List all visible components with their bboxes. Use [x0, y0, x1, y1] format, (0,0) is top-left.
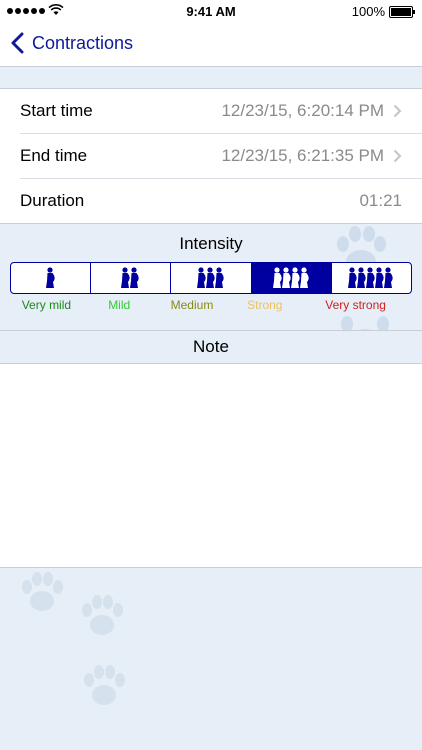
paw-print-icon: [84, 665, 125, 705]
intensity-label: Mild: [108, 298, 131, 312]
time-table: Start time 12/23/15, 6:20:14 PM End time…: [0, 88, 422, 224]
intensity-label: Medium: [170, 298, 214, 312]
end-time-value: 12/23/15, 6:21:35 PM: [221, 146, 384, 165]
intensity-option[interactable]: [332, 263, 411, 293]
intensity-labels: Very mild Mild Medium Strong Very strong: [10, 298, 410, 313]
back-label: Contractions: [32, 32, 134, 53]
intensity-option[interactable]: [251, 263, 332, 293]
intensity-option[interactable]: [11, 263, 92, 293]
chevron-right-icon: [393, 149, 402, 163]
chevron-right-icon: [393, 104, 402, 118]
back-button[interactable]: Contractions: [10, 32, 133, 54]
start-time-value: 12/23/15, 6:20:14 PM: [221, 101, 384, 120]
pregnant-figure-icon: [45, 267, 55, 288]
duration-row: Duration 01:21: [20, 179, 422, 223]
intensity-option[interactable]: [91, 263, 172, 293]
intensity-label: Strong: [247, 298, 283, 312]
navigation-bar: Contractions: [0, 22, 422, 67]
chevron-left-icon: [11, 32, 24, 54]
pregnant-figure-icon: [272, 267, 309, 288]
paw-print-icon: [82, 595, 123, 635]
intensity-selector: [10, 262, 412, 294]
pregnant-figure-icon: [348, 267, 394, 288]
status-bar: 9:41 AM 100%: [0, 0, 422, 22]
note-section: Note: [0, 330, 422, 568]
start-time-row[interactable]: Start time 12/23/15, 6:20:14 PM: [20, 89, 422, 134]
battery-icon: [389, 6, 415, 18]
start-time-label: Start time: [20, 101, 93, 120]
duration-value: 01:21: [359, 191, 402, 210]
intensity-option[interactable]: [171, 263, 252, 293]
intensity-label: Very strong: [325, 298, 386, 312]
battery-percent: 100%: [351, 4, 385, 19]
note-input[interactable]: [0, 364, 422, 567]
pregnant-figure-icon: [121, 267, 139, 288]
end-time-row[interactable]: End time 12/23/15, 6:21:35 PM: [20, 134, 422, 179]
paw-print-icon: [22, 572, 63, 611]
pregnant-figure-icon: [197, 267, 224, 288]
note-title: Note: [0, 331, 422, 364]
intensity-label: Very mild: [21, 298, 72, 312]
end-time-label: End time: [20, 146, 88, 165]
intensity-title: Intensity: [179, 234, 243, 253]
duration-label: Duration: [20, 191, 85, 210]
